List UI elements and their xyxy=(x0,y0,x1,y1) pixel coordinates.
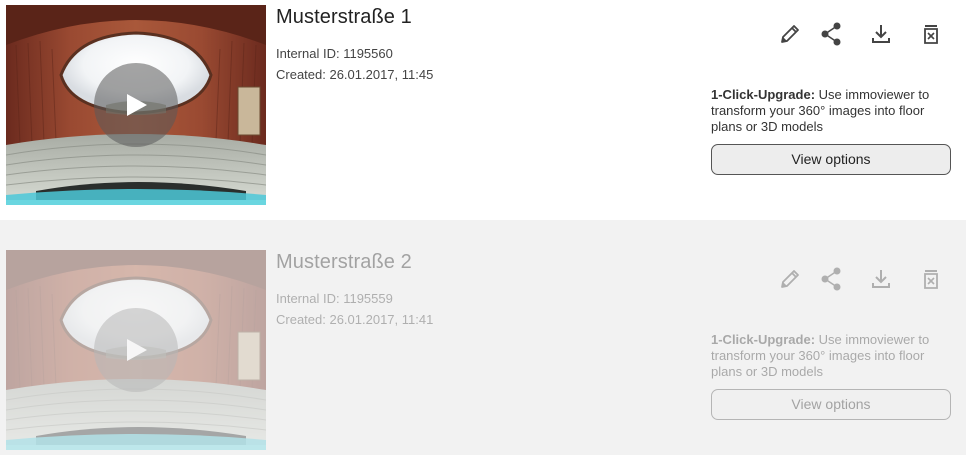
view-options-button[interactable]: View options xyxy=(711,144,951,175)
trash-icon xyxy=(924,270,938,289)
play-icon xyxy=(127,339,147,361)
listing-actions xyxy=(776,265,946,293)
download-icon xyxy=(872,25,890,43)
share-icon xyxy=(821,267,841,291)
play-button[interactable] xyxy=(94,63,178,147)
share-button[interactable] xyxy=(817,20,845,48)
delete-button[interactable] xyxy=(917,265,945,293)
download-button[interactable] xyxy=(867,20,895,48)
share-button[interactable] xyxy=(817,265,845,293)
pencil-icon xyxy=(781,270,799,288)
listing-title[interactable]: Musterstraße 2 xyxy=(276,251,412,274)
share-icon xyxy=(821,22,841,46)
listing-card: Musterstraße 1 Internal ID: 1195560 Crea… xyxy=(0,0,966,220)
edit-button[interactable] xyxy=(776,265,804,293)
download-icon xyxy=(872,270,890,288)
panorama-thumbnail[interactable] xyxy=(6,5,266,205)
edit-button[interactable] xyxy=(776,20,804,48)
upgrade-notice: 1-Click-Upgrade: Use immoviewer to trans… xyxy=(711,87,951,135)
panorama-thumbnail[interactable] xyxy=(6,250,266,450)
listing-actions xyxy=(776,20,946,48)
play-button[interactable] xyxy=(94,308,178,392)
internal-id: Internal ID: 1195560 xyxy=(276,46,393,61)
listing-card: Musterstraße 2 Internal ID: 1195559 Crea… xyxy=(0,220,966,455)
upgrade-title: 1-Click-Upgrade: xyxy=(711,332,816,347)
internal-id: Internal ID: 1195559 xyxy=(276,291,393,306)
pencil-icon xyxy=(781,25,799,43)
upgrade-notice: 1-Click-Upgrade: Use immoviewer to trans… xyxy=(711,332,951,380)
play-icon xyxy=(127,94,147,116)
listing-title[interactable]: Musterstraße 1 xyxy=(276,6,412,29)
view-options-button[interactable]: View options xyxy=(711,389,951,420)
created-date: Created: 26.01.2017, 11:41 xyxy=(276,312,434,327)
download-button[interactable] xyxy=(867,265,895,293)
created-date: Created: 26.01.2017, 11:45 xyxy=(276,67,434,82)
upgrade-title: 1-Click-Upgrade: xyxy=(711,87,816,102)
trash-icon xyxy=(924,25,938,44)
delete-button[interactable] xyxy=(917,20,945,48)
